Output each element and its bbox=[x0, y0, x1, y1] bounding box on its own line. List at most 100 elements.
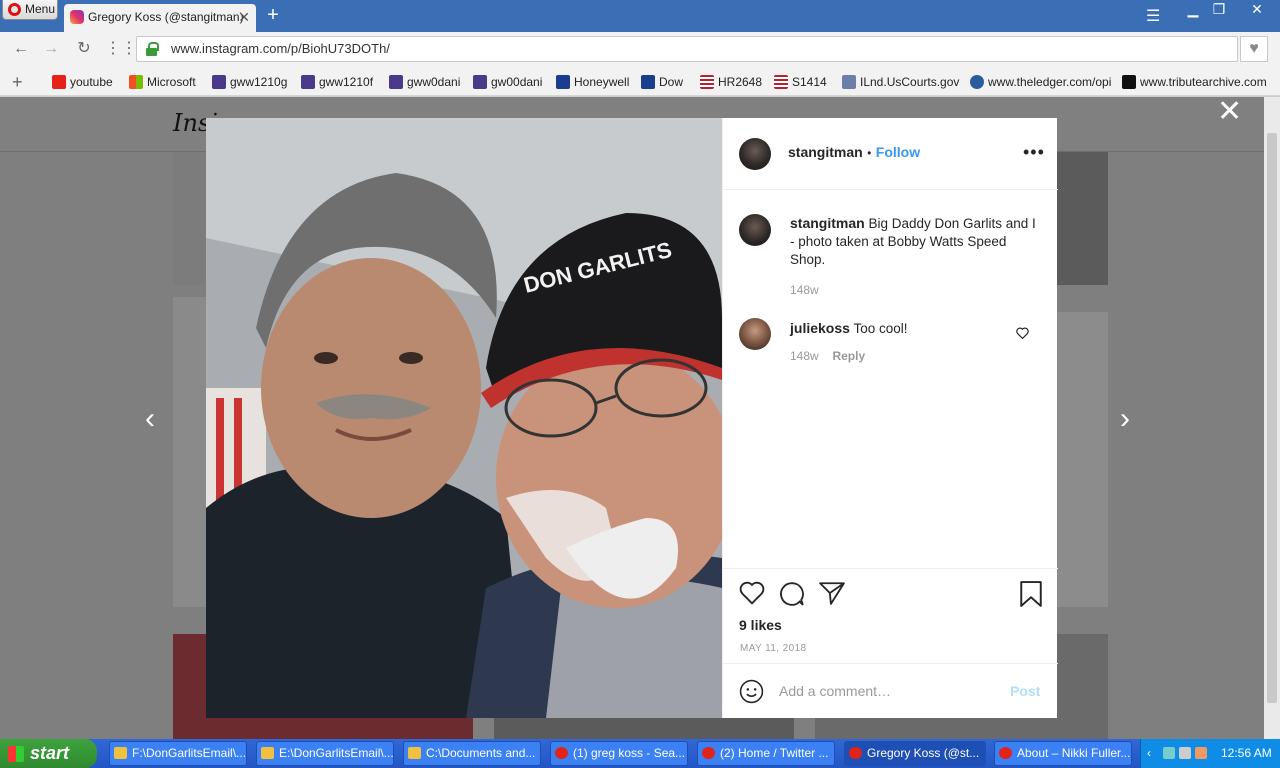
bookmark-gw00dani[interactable]: gw00dani bbox=[473, 75, 542, 91]
taskbar-item[interactable]: (1) greg koss - Sea... bbox=[550, 741, 688, 766]
bookmark-tributearchive[interactable]: www.tributearchive.com bbox=[1122, 75, 1267, 91]
url-text: www.instagram.com/p/BiohU73DOTh/ bbox=[171, 41, 390, 56]
comment-like-heart-icon[interactable] bbox=[1016, 327, 1029, 339]
bookmark-icon bbox=[389, 75, 403, 89]
post-comment-button[interactable]: Post bbox=[1010, 683, 1040, 699]
clock[interactable]: 12:56 AM bbox=[1221, 739, 1272, 768]
bookmark-s1414[interactable]: S1414 bbox=[774, 75, 827, 91]
commenter-avatar[interactable] bbox=[739, 318, 771, 350]
comment-timestamp[interactable]: 148w bbox=[790, 349, 819, 363]
taskbar-item-active[interactable]: Gregory Koss (@st... bbox=[844, 741, 986, 766]
forward-arrow-icon[interactable]: → bbox=[40, 38, 62, 60]
avatar[interactable] bbox=[739, 138, 771, 170]
us-flag-icon bbox=[700, 75, 714, 89]
post-author-username[interactable]: stangitman bbox=[788, 144, 863, 160]
page-scrollbar[interactable] bbox=[1264, 97, 1280, 739]
caption-username[interactable]: stangitman bbox=[790, 215, 865, 231]
post-caption: stangitman Big Daddy Don Garlits and I -… bbox=[790, 214, 1040, 299]
volume-icon[interactable] bbox=[1179, 747, 1191, 759]
bookmark-icon bbox=[556, 75, 570, 89]
network-icon[interactable] bbox=[1163, 747, 1175, 759]
post-actions: 9 likes MAY 11, 2018 bbox=[723, 568, 1058, 663]
bookmark-microsoft[interactable]: Microsoft bbox=[129, 75, 196, 91]
scrollbar-thumb[interactable] bbox=[1267, 133, 1277, 703]
comment-username[interactable]: juliekoss bbox=[790, 320, 850, 336]
bookmark-theledger[interactable]: www.theledger.com/opi bbox=[970, 75, 1111, 91]
taskbar-item[interactable]: E:\DonGarlitsEmail\... bbox=[256, 741, 394, 766]
post-modal: DON GARLITS stangitman • Follow ••• stan… bbox=[206, 118, 1058, 718]
share-paper-plane-icon[interactable] bbox=[819, 581, 845, 605]
post-sidebar: stangitman • Follow ••• stangitman Big D… bbox=[722, 118, 1058, 718]
caption-avatar[interactable] bbox=[739, 214, 771, 246]
ta-logo-icon bbox=[1122, 75, 1136, 89]
likes-count[interactable]: 9 likes bbox=[739, 617, 782, 633]
add-comment-bar: Post bbox=[723, 663, 1058, 718]
taskbar-item[interactable]: About – Nikki Fuller... bbox=[994, 741, 1132, 766]
save-bookmark-icon[interactable] bbox=[1020, 581, 1042, 607]
separator-dot: • bbox=[867, 146, 872, 160]
browser-title-bar: Menu Gregory Koss (@stangitman) ✕ + ☰ ▁ … bbox=[0, 0, 1280, 32]
menu-label: Menu bbox=[25, 2, 56, 16]
tab-close-icon[interactable]: ✕ bbox=[238, 4, 250, 30]
youtube-icon bbox=[52, 75, 66, 89]
bookmark-gww1210g[interactable]: gww1210g bbox=[212, 75, 287, 91]
reload-icon[interactable]: ↻ bbox=[73, 38, 95, 60]
start-button[interactable]: start bbox=[0, 739, 97, 768]
scales-icon bbox=[842, 75, 856, 89]
taskbar-item[interactable]: (2) Home / Twitter ... bbox=[697, 741, 835, 766]
window-close-button[interactable]: ✕ bbox=[1244, 0, 1270, 20]
us-flag-icon bbox=[774, 75, 788, 89]
more-options-icon[interactable]: ••• bbox=[1023, 142, 1045, 163]
comment-meta: 148w Reply bbox=[790, 348, 1010, 363]
bookmark-icon bbox=[212, 75, 226, 89]
previous-post-chevron-icon[interactable]: ‹ bbox=[145, 402, 155, 436]
active-browser-tab[interactable]: Gregory Koss (@stangitman) ✕ bbox=[64, 4, 256, 32]
reply-button[interactable]: Reply bbox=[832, 349, 865, 363]
minimize-button[interactable]: ▁ bbox=[1180, 0, 1206, 20]
next-post-chevron-icon[interactable]: › bbox=[1120, 402, 1130, 436]
bookmark-dow[interactable]: Dow bbox=[641, 75, 683, 91]
start-label: start bbox=[30, 743, 70, 763]
post-date[interactable]: MAY 11, 2018 bbox=[740, 643, 807, 654]
opera-icon bbox=[999, 747, 1012, 759]
back-arrow-icon[interactable]: ← bbox=[10, 38, 32, 60]
caption-timestamp[interactable]: 148w bbox=[790, 281, 1040, 299]
close-modal-icon[interactable]: ✕ bbox=[1217, 94, 1242, 129]
restore-button[interactable]: ❐ bbox=[1206, 0, 1232, 20]
new-tab-button[interactable]: + bbox=[262, 4, 284, 26]
post-photo[interactable]: DON GARLITS bbox=[206, 118, 722, 718]
comment-input[interactable] bbox=[779, 681, 999, 701]
bookmark-icon bbox=[473, 75, 487, 89]
speed-dial-grid-icon[interactable]: ⋮⋮ bbox=[105, 38, 137, 60]
post-header: stangitman • Follow ••• bbox=[723, 118, 1058, 190]
bookmark-gww0dani[interactable]: gww0dani bbox=[389, 75, 460, 91]
comment-bubble-icon[interactable] bbox=[779, 581, 805, 607]
opera-menu-button[interactable]: Menu bbox=[2, 0, 58, 20]
instagram-favicon-icon bbox=[70, 10, 84, 24]
stash-heart-icon[interactable]: ♥ bbox=[1240, 36, 1268, 62]
follow-button[interactable]: Follow bbox=[876, 144, 920, 160]
secure-lock-icon bbox=[146, 42, 159, 56]
tray-app-icon[interactable] bbox=[1195, 747, 1207, 759]
bookmark-gww1210f[interactable]: gww1210f bbox=[301, 75, 373, 91]
folder-icon bbox=[114, 747, 127, 759]
windows-taskbar: start F:\DonGarlitsEmail\... E:\DonGarli… bbox=[0, 739, 1280, 768]
bookmark-honeywell[interactable]: Honeywell bbox=[556, 75, 629, 91]
bookmark-hr2648[interactable]: HR2648 bbox=[700, 75, 762, 91]
microsoft-icon bbox=[129, 75, 143, 89]
bookmark-icon bbox=[301, 75, 315, 89]
comment-item: juliekoss Too cool! 148w Reply bbox=[790, 320, 1010, 363]
address-bar[interactable]: www.instagram.com/p/BiohU73DOTh/ bbox=[136, 36, 1238, 62]
like-heart-icon[interactable] bbox=[739, 581, 765, 605]
add-bookmark-icon[interactable]: + bbox=[12, 72, 23, 93]
emoji-smiley-icon[interactable] bbox=[739, 679, 764, 704]
folder-icon bbox=[408, 747, 421, 759]
tray-expand-icon[interactable]: ‹ bbox=[1147, 739, 1151, 768]
tab-menu-icon[interactable]: ☰ bbox=[1146, 6, 1160, 26]
bookmark-ilnd-uscourts[interactable]: ILnd.UsCourts.gov bbox=[842, 75, 959, 91]
taskbar-item[interactable]: F:\DonGarlitsEmail\... bbox=[109, 741, 247, 766]
taskbar-item[interactable]: C:\Documents and... bbox=[403, 741, 541, 766]
bookmarks-bar: + youtube Microsoft gww1210g gww1210f gw… bbox=[0, 68, 1280, 96]
system-tray: ‹ 12:56 AM bbox=[1140, 739, 1280, 768]
bookmark-youtube[interactable]: youtube bbox=[52, 75, 113, 91]
